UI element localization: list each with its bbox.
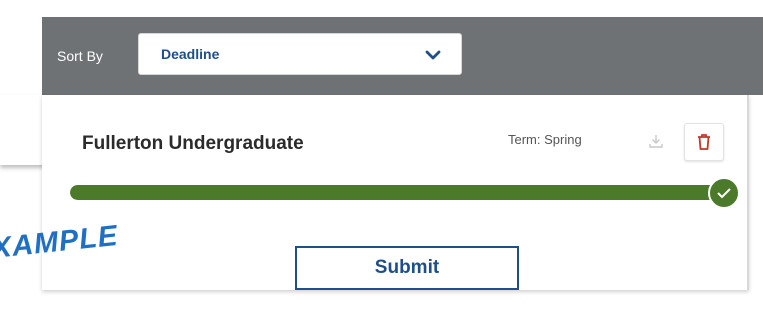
submit-button[interactable]: Submit	[295, 246, 519, 290]
application-card: Fullerton Undergraduate Term: Spring Sub…	[42, 95, 749, 290]
top-strip	[0, 0, 763, 17]
progress-bar	[70, 185, 725, 200]
sort-toolbar: Sort By Deadline	[42, 17, 763, 95]
download-button[interactable]	[640, 124, 672, 158]
application-title: Fullerton Undergraduate	[82, 133, 304, 154]
chevron-down-icon	[425, 47, 441, 63]
progress-complete-badge	[708, 177, 740, 209]
check-icon	[717, 188, 731, 199]
sort-dropdown[interactable]: Deadline	[138, 33, 462, 75]
term-label: Term: Spring	[508, 132, 582, 147]
delete-button[interactable]	[684, 123, 724, 161]
sort-dropdown-value: Deadline	[161, 46, 220, 62]
trash-icon	[698, 134, 710, 150]
download-icon	[649, 135, 663, 148]
sort-by-label: Sort By	[57, 48, 103, 64]
progress-fill	[70, 185, 725, 200]
background-card	[0, 95, 46, 165]
